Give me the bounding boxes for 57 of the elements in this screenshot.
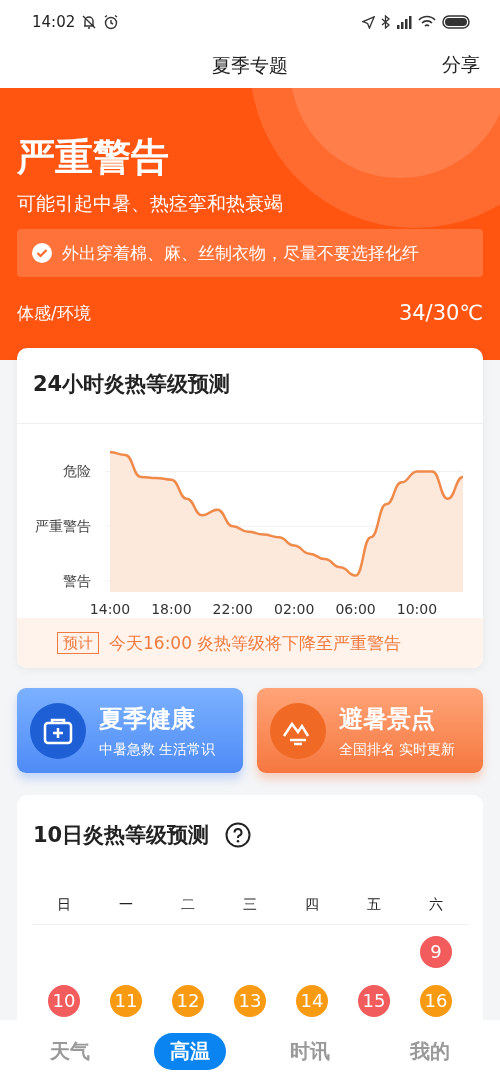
axis-label: 14:00 [89,601,131,617]
weekday-label: 二 [180,896,196,914]
weekday-label: 日 [56,896,72,914]
battery-icon [442,15,470,29]
day-badge[interactable]: 13 [234,984,266,1017]
nav-tab[interactable]: 高温 [154,1033,226,1070]
health-shortcut-card[interactable]: 夏季健康 中暑急救 生活常识 [17,688,243,773]
nav-tab[interactable]: 天气 [34,1033,106,1070]
signal-icon [396,15,412,29]
weekday-label: 五 [366,896,382,914]
feel-label: 体感/环境 [17,301,91,325]
day-badge[interactable]: 9 [420,935,452,968]
axis-label: 02:00 [274,601,315,617]
day-badge[interactable]: 15 [358,984,390,1017]
bluetooth-icon [381,15,390,29]
alert-level: 严重警告 [17,134,170,181]
alert-description: 可能引起中暑、热痉挛和热衰竭 [17,191,284,216]
axis-label: 严重警告 [35,518,91,535]
axis-label: 06:00 [335,601,376,617]
feel-value: 34/30℃ [398,301,483,325]
page-title: 夏季专题 [212,53,288,78]
weekday-label: 三 [242,896,258,914]
day-badge[interactable]: 11 [110,984,142,1017]
shortcut-title: 夏季健康 [99,703,196,735]
wifi-icon [418,15,436,29]
axis-label: 危险 [63,463,91,480]
note-tag: 预计 [57,632,99,654]
share-link[interactable]: 分享 [442,52,480,78]
day-badge[interactable]: 16 [420,984,452,1017]
axis-label: 18:00 [151,601,192,617]
mountain-icon [270,702,326,759]
day-badge[interactable]: 12 [172,984,204,1017]
card-title: 24小时炎热等级预测 [17,348,483,424]
day-badge[interactable]: 10 [48,984,80,1017]
shortcut-title: 避暑景点 [339,703,436,735]
weekday-label: 六 [428,896,444,914]
status-time: 14:02 [32,13,76,31]
weekday-label: 一 [118,896,134,914]
check-icon [32,243,52,263]
day-badge[interactable]: 14 [296,984,328,1017]
nav-tab[interactable]: 时讯 [274,1033,346,1070]
note-text: 今天16:00 炎热等级将下降至严重警告 [109,631,402,655]
alarm-icon [103,14,120,30]
axis-label: 10:00 [396,601,438,617]
axis-label: 22:00 [212,601,253,617]
first-aid-kit-icon [30,702,86,759]
tip-text: 外出穿着棉、麻、丝制衣物，尽量不要选择化纤 [62,241,419,265]
muted-bell-icon [81,14,98,30]
axis-label: 警告 [63,573,91,590]
weekday-label: 四 [304,896,320,914]
nav-tab[interactable]: 我的 [394,1033,466,1070]
shortcut-subtitle: 全国排名 实时更新 [339,740,456,759]
card-title: 10日炎热等级预测 [33,822,210,849]
help-icon[interactable] [225,822,252,848]
shortcut-subtitle: 中暑急救 生活常识 [99,740,216,759]
location-icon [362,15,375,29]
scenic-shortcut-card[interactable]: 避暑景点 全国排名 实时更新 [257,688,483,773]
